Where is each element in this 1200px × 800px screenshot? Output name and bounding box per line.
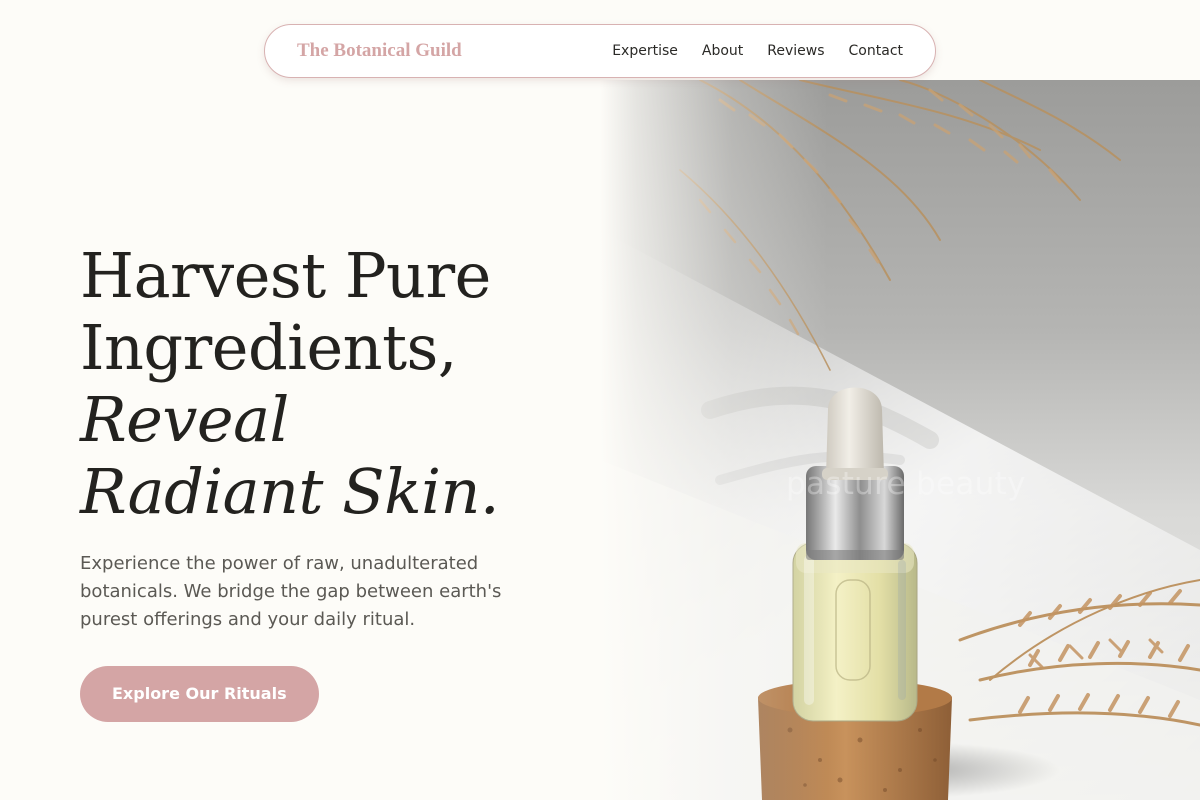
hero-section: Harvest Pure Ingredients, Reveal Radiant… [80, 240, 580, 722]
explore-rituals-button[interactable]: Explore Our Rituals [80, 666, 319, 722]
headline-line-3: Reveal [80, 383, 289, 456]
headline-line-1: Harvest Pure [80, 239, 491, 312]
nav-link-about[interactable]: About [702, 43, 743, 59]
image-watermark: pasture beauty [786, 466, 1026, 502]
headline-line-4: Radiant Skin. [80, 455, 500, 528]
nav-link-contact[interactable]: Contact [849, 43, 903, 59]
hero-headline: Harvest Pure Ingredients, Reveal Radiant… [80, 240, 580, 528]
nav-links: Expertise About Reviews Contact [612, 43, 903, 59]
nav-link-reviews[interactable]: Reviews [767, 43, 824, 59]
top-nav: The Botanical Guild Expertise About Revi… [264, 24, 936, 78]
hero-subtext: Experience the power of raw, unadulterat… [80, 553, 502, 630]
hero-product-image: pasture beauty [600, 80, 1200, 800]
brand-logo[interactable]: The Botanical Guild [297, 40, 462, 62]
nav-link-expertise[interactable]: Expertise [612, 43, 678, 59]
headline-line-2: Ingredients, [80, 311, 458, 384]
